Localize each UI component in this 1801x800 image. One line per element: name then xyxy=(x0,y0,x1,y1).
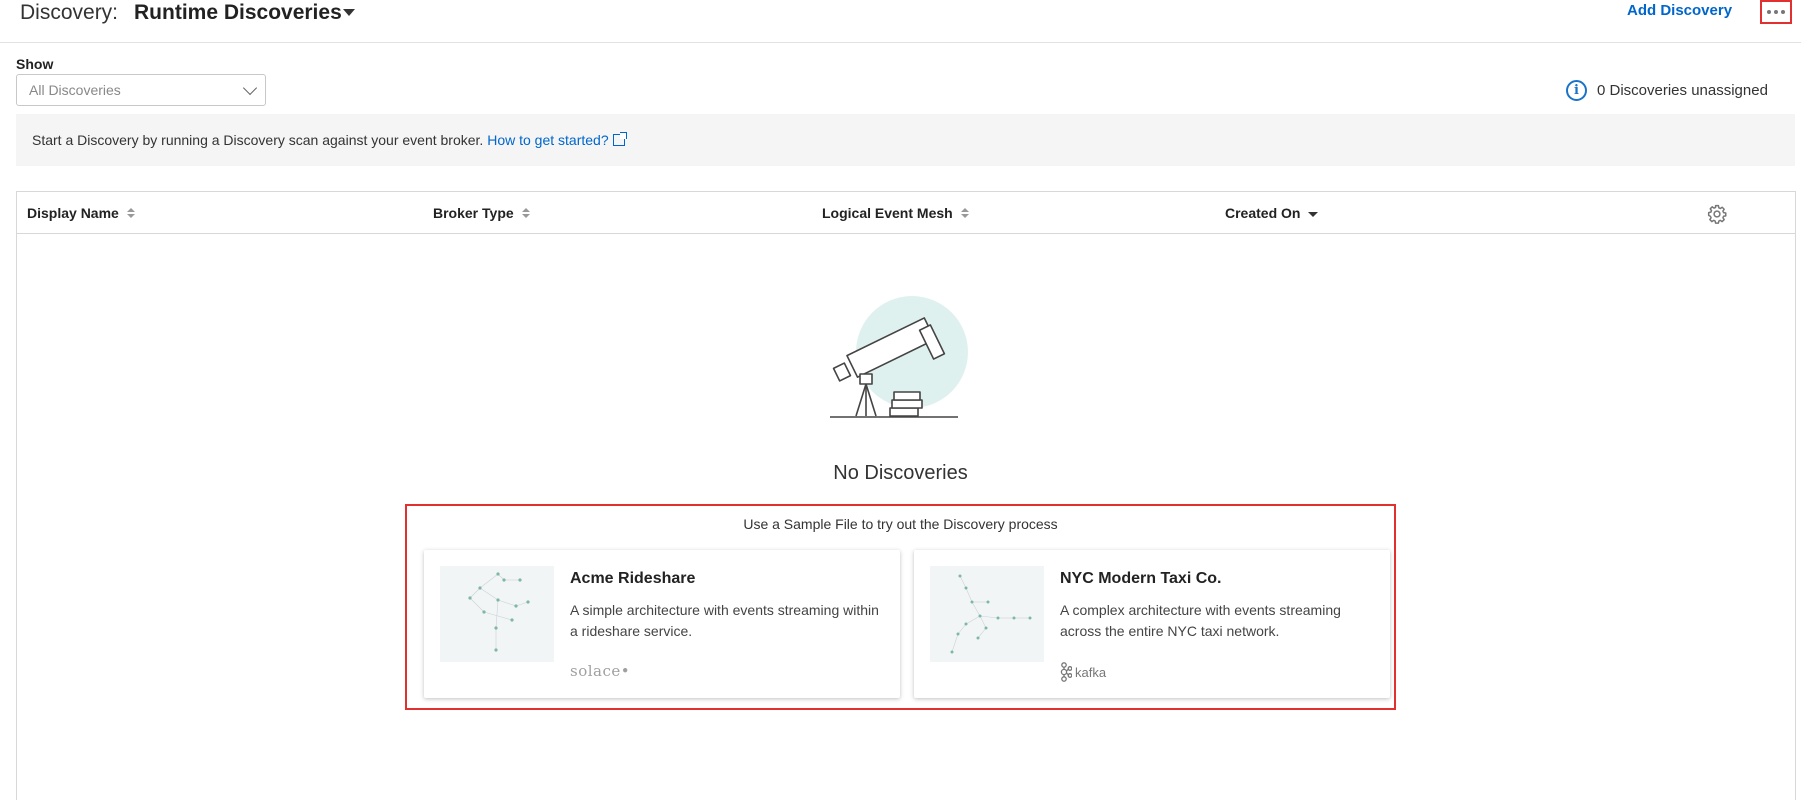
info-banner: Start a Discovery by running a Discovery… xyxy=(16,114,1795,166)
column-header-created-on[interactable]: Created On xyxy=(1225,205,1319,221)
page-label: Discovery: xyxy=(20,1,119,24)
more-options-button[interactable] xyxy=(1760,0,1792,24)
sort-icon xyxy=(960,208,969,218)
sample-card-acme-rideshare[interactable]: Acme Rideshare A simple architecture wit… xyxy=(424,550,900,698)
samples-title: Use a Sample File to try out the Discove… xyxy=(743,516,1058,532)
external-link-icon xyxy=(612,132,627,146)
sample-card-title: Acme Rideshare xyxy=(570,570,696,587)
show-filter-select[interactable]: All Discoveries xyxy=(16,74,266,106)
telescope-illustration xyxy=(830,296,968,418)
column-header-display-name[interactable]: Display Name xyxy=(27,205,135,221)
show-filter-value: All Discoveries xyxy=(29,82,121,98)
sort-descending-icon xyxy=(1308,212,1319,217)
sort-icon xyxy=(126,208,135,218)
table-header: Display Name Broker Type Logical Event M… xyxy=(17,192,1795,234)
chevron-down-icon[interactable] xyxy=(343,9,355,16)
banner-message: Start a Discovery by running a Discovery… xyxy=(32,132,484,148)
page-title[interactable]: Runtime Discoveries xyxy=(134,0,342,26)
sample-card-description: A simple architecture with events stream… xyxy=(570,602,879,639)
chevron-down-icon xyxy=(242,80,258,96)
dot-icon xyxy=(1774,10,1778,14)
kafka-logo: kafka xyxy=(1060,662,1106,682)
how-to-get-started-link[interactable]: How to get started? xyxy=(487,132,627,148)
sort-icon xyxy=(521,208,530,218)
column-label: Broker Type xyxy=(433,205,514,221)
architecture-thumbnail xyxy=(930,566,1044,662)
sample-files-section: Use a Sample File to try out the Discove… xyxy=(405,504,1396,710)
solace-logo: solace• xyxy=(570,662,631,680)
unassigned-status: i 0 Discoveries unassigned xyxy=(1566,80,1768,101)
info-icon: i xyxy=(1566,80,1587,101)
column-label: Created On xyxy=(1225,205,1301,221)
sample-card-description: A complex architecture with events strea… xyxy=(1060,602,1341,639)
gear-icon[interactable] xyxy=(1707,204,1727,224)
architecture-thumbnail xyxy=(440,566,554,662)
dot-icon xyxy=(1781,10,1785,14)
sample-card-title: NYC Modern Taxi Co. xyxy=(1060,570,1222,587)
unassigned-text: 0 Discoveries unassigned xyxy=(1597,82,1768,99)
column-header-broker-type[interactable]: Broker Type xyxy=(433,205,530,221)
empty-state-title: No Discoveries xyxy=(833,462,968,484)
column-header-logical-event-mesh[interactable]: Logical Event Mesh xyxy=(822,205,969,221)
dot-icon xyxy=(1767,10,1771,14)
column-label: Logical Event Mesh xyxy=(822,205,953,221)
kafka-icon xyxy=(1060,662,1072,682)
link-label: How to get started? xyxy=(487,132,609,148)
show-label: Show xyxy=(16,56,54,72)
column-label: Display Name xyxy=(27,205,119,221)
banner-text: Start a Discovery by running a Discovery… xyxy=(32,132,627,148)
page-header: Discovery: Runtime Discoveries Add Disco… xyxy=(0,0,1801,43)
sample-card-nyc-modern-taxi[interactable]: NYC Modern Taxi Co. A complex architectu… xyxy=(914,550,1390,698)
add-discovery-button[interactable]: Add Discovery xyxy=(1627,2,1732,19)
